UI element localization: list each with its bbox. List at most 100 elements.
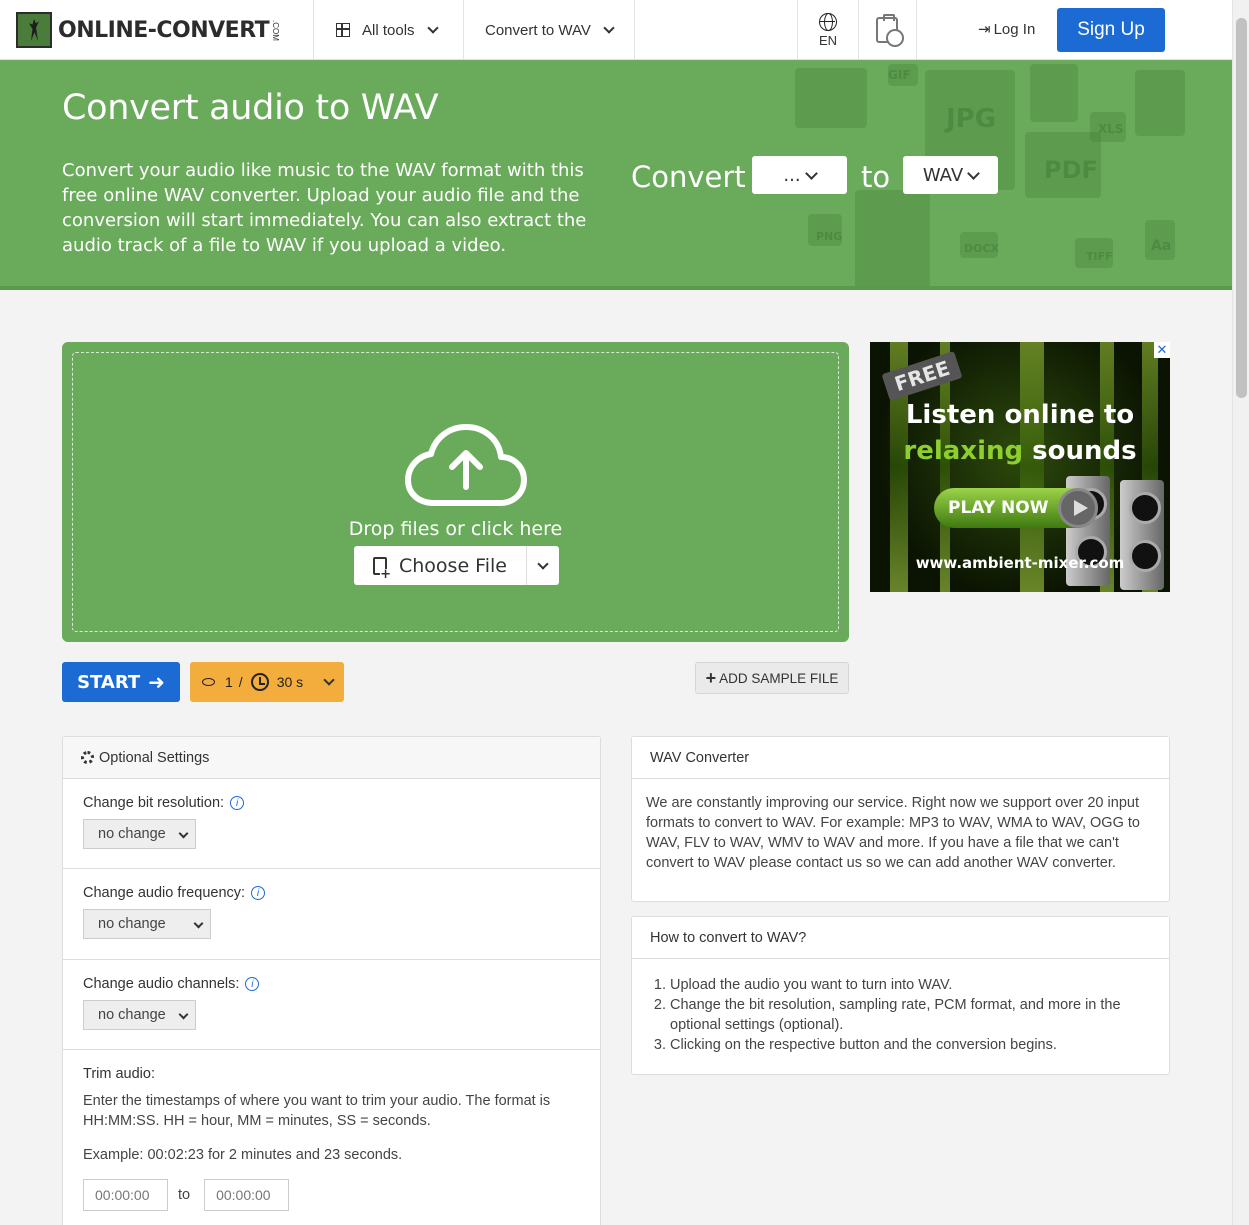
optional-settings-panel: Optional Settings Change bit resolution:… <box>62 736 601 1225</box>
coin-icon <box>202 678 215 686</box>
audio-channels-text: Change audio channels: <box>83 976 240 992</box>
convert-menu-label: Convert to WAV <box>485 21 591 39</box>
nav-divider <box>916 0 917 60</box>
deco-label: PDF <box>1044 156 1098 184</box>
credits-dropdown[interactable]: 1 / 30 s <box>190 662 344 702</box>
conversion-history-button[interactable] <box>858 0 916 60</box>
credits-separator: / <box>238 674 243 690</box>
how-to-panel: How to convert to WAV? Upload the audio … <box>631 916 1170 1075</box>
deco-label: JPG <box>946 104 997 134</box>
hero-divider <box>0 286 1232 290</box>
optional-settings-title: Optional Settings <box>99 749 210 766</box>
info-icon[interactable]: i <box>245 977 260 991</box>
login-link[interactable]: ⇥ Log In <box>978 20 1036 39</box>
chevron-down-icon <box>193 918 204 929</box>
convert-label: Convert <box>631 160 746 194</box>
arrow-right-icon: ➜ <box>148 670 165 694</box>
chevron-down-icon <box>804 166 818 180</box>
source-format-value: ... <box>783 164 801 186</box>
add-file-icon <box>373 556 391 581</box>
drop-files-text: Drop files or click here <box>348 518 563 540</box>
trim-end-input[interactable]: 00:00:00 <box>204 1179 290 1211</box>
deco-label: TIFF <box>1086 250 1113 263</box>
logo-icon <box>16 12 52 48</box>
file-drop-zone[interactable]: Drop files or click here Choose File <box>62 342 849 642</box>
how-to-step: Clicking on the respective button and th… <box>670 1035 1155 1055</box>
audio-channels-row: Change audio channels: i no change <box>63 960 600 1050</box>
how-to-steps: Upload the audio you want to turn into W… <box>646 975 1155 1055</box>
choose-file-label: Choose File <box>399 554 507 577</box>
top-navbar: ONLINE-CONVERT .COM All tools Convert to… <box>0 0 1232 60</box>
bit-resolution-row: Change bit resolution: i no change <box>63 779 600 869</box>
page-scrollbar[interactable] <box>1232 0 1249 1225</box>
play-icon <box>1058 488 1098 528</box>
info-icon[interactable]: i <box>251 886 266 900</box>
choose-file-button[interactable]: Choose File <box>354 546 527 585</box>
add-sample-file-button[interactable]: + ADD SAMPLE FILE <box>695 662 849 694</box>
ad-close-icon[interactable]: ✕ <box>1154 342 1170 358</box>
chevron-down-icon <box>603 22 615 34</box>
grid-icon <box>336 23 350 37</box>
start-button[interactable]: START ➜ <box>62 662 180 702</box>
deco-label: Aa <box>1151 238 1172 254</box>
plus-icon: + <box>705 667 717 688</box>
all-tools-menu[interactable]: All tools <box>336 0 439 60</box>
hero-banner: GIF JPG XLS PDF PNG DOCX TIFF Aa Convert… <box>0 60 1232 290</box>
ad-subheadline: relaxing sounds <box>870 436 1170 466</box>
login-label: Log In <box>993 20 1036 38</box>
upload-source-dropdown[interactable] <box>527 546 559 585</box>
target-format-select[interactable]: WAV <box>903 156 998 194</box>
how-to-step: Change the bit resolution, sampling rate… <box>670 995 1155 1035</box>
clipboard-history-icon <box>876 14 904 47</box>
site-logo[interactable]: ONLINE-CONVERT .COM <box>16 12 280 48</box>
audio-channels-label: Change audio channels: i <box>83 976 580 992</box>
how-to-title: How to convert to WAV? <box>650 929 807 946</box>
chevron-down-icon <box>178 1009 189 1020</box>
language-label: EN <box>818 32 838 48</box>
convert-to-wav-menu[interactable]: Convert to WAV <box>485 0 615 60</box>
ad-play-now-button[interactable]: PLAY NOW <box>934 488 1098 528</box>
image-file-icon <box>1030 64 1078 122</box>
gear-icon <box>81 751 94 764</box>
add-sample-label: ADD SAMPLE FILE <box>719 670 839 686</box>
scrollbar-thumb[interactable] <box>1236 18 1247 398</box>
nav-divider <box>634 0 635 60</box>
trim-inputs: 00:00:00 to 00:00:00 <box>83 1179 580 1211</box>
signup-button[interactable]: Sign Up <box>1057 8 1165 52</box>
source-format-select[interactable]: ... <box>752 156 847 194</box>
trim-to-label: to <box>178 1187 191 1203</box>
audio-channels-value: no change <box>98 1007 166 1023</box>
nav-divider <box>463 0 464 60</box>
chevron-down-icon <box>426 22 439 34</box>
bit-resolution-select[interactable]: no change <box>83 819 196 849</box>
info-icon[interactable]: i <box>230 796 245 810</box>
wav-converter-title: WAV Converter <box>650 749 750 766</box>
to-label: to <box>861 160 891 194</box>
ad-headline: Listen online to <box>905 400 1135 430</box>
credits-time: 30 s <box>276 674 304 690</box>
audio-channels-select[interactable]: no change <box>83 1000 196 1030</box>
how-to-header: How to convert to WAV? <box>632 917 1169 959</box>
nav-divider <box>313 0 314 60</box>
audio-frequency-text: Change audio frequency: <box>83 885 246 901</box>
wav-converter-info-panel: WAV Converter We are constantly improvin… <box>631 736 1170 902</box>
ad-subheadline-rest: sounds <box>1023 436 1137 466</box>
target-format-value: WAV <box>922 164 964 186</box>
chart-file-icon <box>855 190 930 290</box>
audio-frequency-select[interactable]: no change <box>83 909 211 939</box>
language-selector[interactable]: EN <box>798 0 858 60</box>
ad-highlight-word: relaxing <box>903 436 1024 466</box>
cloud-upload-icon <box>405 424 527 506</box>
wav-converter-header: WAV Converter <box>632 737 1169 779</box>
ad-url: www.ambient-mixer.com <box>915 554 1125 572</box>
deco-label: PNG <box>816 230 843 243</box>
drop-zone-border: Drop files or click here Choose File <box>72 352 839 632</box>
chevron-down-icon <box>323 674 335 686</box>
advertisement-banner[interactable]: FREE Listen online to relaxing sounds PL… <box>870 342 1170 592</box>
bit-resolution-text: Change bit resolution: <box>83 795 225 811</box>
speaker-image <box>1120 480 1164 590</box>
trim-start-input[interactable]: 00:00:00 <box>83 1179 168 1211</box>
choose-file-button-group: Choose File <box>354 546 559 585</box>
bit-resolution-label: Change bit resolution: i <box>83 795 580 811</box>
envelope-icon <box>795 68 867 128</box>
